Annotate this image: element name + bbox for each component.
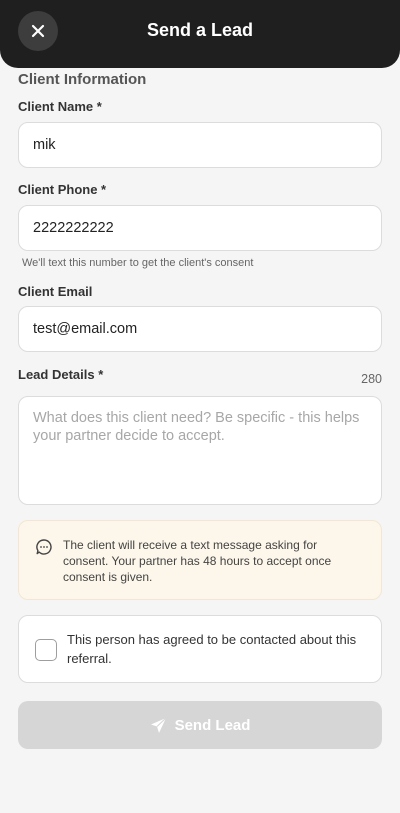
consent-notice: The client will receive a text message a… [18,520,382,600]
consent-checkbox[interactable] [35,639,57,661]
send-lead-button[interactable]: Send Lead [18,701,382,749]
client-name-input[interactable] [18,122,382,168]
client-name-label: Client Name * [18,99,102,114]
chat-bubble-icon [36,539,52,555]
lead-details-label: Lead Details * [18,367,104,382]
lead-details-textarea[interactable] [18,396,382,505]
send-lead-label: Send Lead [174,716,251,734]
phone-hint: We'll text this number to get the client… [22,257,254,269]
paper-plane-icon [150,717,166,733]
character-counter: 280 [361,372,382,386]
page-title: Send a Lead [146,20,254,40]
client-phone-label: Client Phone * [18,182,107,197]
header-bar: Send a Lead [0,0,400,68]
section-title: Client Information [18,71,147,88]
client-email-label: Client Email [18,284,93,299]
consent-text: This person has agreed to be contacted a… [67,632,357,666]
client-email-input[interactable] [18,306,382,352]
notice-text: The client will receive a text message a… [63,538,332,584]
client-phone-input[interactable] [18,205,382,251]
consent-checkbox-row[interactable]: This person has agreed to be contacted a… [18,615,382,683]
